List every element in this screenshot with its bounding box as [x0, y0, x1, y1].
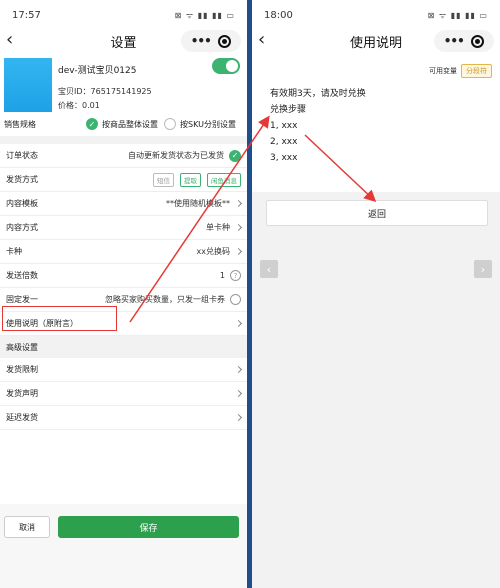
content-template-row[interactable]: 内容模板 **使用随机模板** — [0, 192, 247, 216]
fixed-one-label: 固定发一 — [6, 295, 38, 304]
ship-tag-xianyu[interactable]: 闲鱼消息 — [207, 172, 241, 187]
ship-limit-label: 发货限制 — [6, 365, 38, 374]
chevron-right-icon — [234, 199, 243, 208]
page-title: 使用说明 — [349, 35, 402, 51]
more-icon[interactable]: ••• — [191, 34, 212, 48]
ship-method-label: 发货方式 — [6, 175, 38, 184]
available-variables-link[interactable]: 可用变量 — [429, 66, 457, 76]
content-method-value: 单卡种 — [206, 223, 230, 232]
check-icon[interactable]: ✓ — [229, 149, 241, 162]
return-button[interactable]: 返回 — [266, 200, 488, 226]
chevron-right-icon — [234, 389, 243, 398]
mini-program-capsule: ••• — [434, 30, 494, 52]
mini-program-capsule: ••• — [181, 30, 241, 52]
product-thumbnail — [4, 58, 52, 112]
ship-multiple-row[interactable]: 发送倍数 1? — [0, 264, 247, 288]
spec-option-sku[interactable]: 按SKU分别设置 — [164, 118, 236, 130]
product-card: dev-测试宝贝0125 宝贝ID：765175141925 价格：0.01 — [4, 58, 242, 112]
content-method-row[interactable]: 内容方式 单卡种 — [0, 216, 247, 240]
save-button[interactable]: 保存 — [58, 516, 239, 538]
nav-bar: ‹ 设置 ••• — [0, 30, 247, 52]
settings-screen: 17:57 ⊠ ᯤ ▮▮ ▮▮ ▭ ‹ 设置 ••• dev-测试宝贝0125 … — [0, 0, 247, 588]
section-gap — [0, 136, 247, 144]
status-bar: 17:57 ⊠ ᯤ ▮▮ ▮▮ ▭ — [0, 0, 247, 30]
ship-limit-row[interactable]: 发货限制 — [0, 358, 247, 382]
spec-option-whole-label: 按商品整体设置 — [102, 119, 158, 129]
status-bar: 18:00 ⊠ ᯤ ▮▮ ▮▮ ▭ — [252, 0, 500, 30]
spec-option-whole[interactable]: ✓ 按商品整体设置 — [86, 118, 158, 130]
next-page-button[interactable]: › — [474, 260, 492, 278]
usage-line: 2, xxx — [270, 137, 298, 147]
product-name: dev-测试宝贝0125 — [58, 66, 137, 76]
product-enable-toggle[interactable] — [212, 58, 240, 74]
variable-badges: 可用变量 分段符 — [429, 64, 492, 78]
product-price: 价格：0.01 — [58, 101, 100, 110]
status-time: 18:00 — [264, 9, 293, 21]
close-target-icon[interactable] — [218, 34, 232, 48]
content-template-label: 内容模板 — [6, 199, 38, 208]
sales-spec-label: 销售规格 — [4, 119, 36, 129]
chevron-right-icon — [234, 247, 243, 256]
usage-line: 有效期3天，请及时兑换 — [270, 89, 366, 99]
ship-tag-extract[interactable]: 提取 — [180, 172, 201, 187]
radio-empty-icon — [164, 118, 176, 130]
status-icons: ⊠ ᯤ ▮▮ ▮▮ ▭ — [174, 10, 235, 20]
chevron-right-icon — [234, 365, 243, 374]
back-icon[interactable]: ‹ — [6, 30, 13, 50]
chevron-right-icon — [234, 413, 243, 422]
more-icon[interactable]: ••• — [444, 34, 465, 48]
annotation-highlight-box — [2, 306, 117, 331]
help-icon[interactable]: ? — [230, 270, 241, 281]
ship-statement-label: 发货声明 — [6, 389, 38, 398]
bottom-gray-area — [252, 192, 500, 588]
ship-multiple-value: 1 — [219, 271, 225, 280]
advanced-settings-title: 高级设置 — [0, 336, 247, 358]
radio-checked-icon: ✓ — [86, 118, 98, 130]
prev-page-button[interactable]: ‹ — [260, 260, 278, 278]
status-icons: ⊠ ᯤ ▮▮ ▮▮ ▭ — [427, 10, 488, 20]
usage-text-area[interactable]: 有效期3天，请及时兑换 兑换步骤 1, xxx 2, xxx 3, xxx — [270, 86, 366, 166]
order-status-row[interactable]: 订单状态 自动更新发货状态为已发货 ✓ — [0, 144, 247, 168]
segment-separator-button[interactable]: 分段符 — [461, 64, 492, 78]
order-status-value: 自动更新发货状态为已发货 — [128, 151, 224, 160]
card-type-row[interactable]: 卡种 xx兑换码 — [0, 240, 247, 264]
content-method-label: 内容方式 — [6, 223, 38, 232]
fixed-one-value: 忽略买家购买数量，只发一组卡券 — [105, 295, 225, 304]
radio-empty-icon[interactable] — [230, 294, 241, 305]
product-id: 宝贝ID：765175141925 — [58, 87, 152, 96]
page-title: 设置 — [110, 35, 137, 51]
screenshot-stage: 17:57 ⊠ ᯤ ▮▮ ▮▮ ▭ ‹ 设置 ••• dev-测试宝贝0125 … — [0, 0, 500, 588]
delay-ship-label: 延迟发货 — [6, 413, 38, 422]
chevron-right-icon — [234, 319, 243, 328]
card-type-label: 卡种 — [6, 247, 22, 256]
close-target-icon[interactable] — [471, 34, 485, 48]
ship-statement-row[interactable]: 发货声明 — [0, 382, 247, 406]
advanced-settings: 高级设置 发货限制 发货声明 延迟发货 — [0, 336, 247, 430]
sales-spec-row: 销售规格 ✓ 按商品整体设置 按SKU分别设置 — [4, 114, 242, 134]
spec-option-sku-label: 按SKU分别设置 — [180, 119, 236, 129]
usage-line: 3, xxx — [270, 153, 298, 163]
usage-line: 1, xxx — [270, 121, 298, 131]
order-status-label: 订单状态 — [6, 151, 38, 160]
ship-multiple-label: 发送倍数 — [6, 271, 38, 280]
nav-bar: ‹ 使用说明 ••• — [252, 30, 500, 52]
ship-method-row: 发货方式 短信 提取 闲鱼消息 — [0, 168, 247, 192]
ship-tag-sms[interactable]: 短信 — [153, 172, 174, 187]
content-template-value: **使用随机模板** — [166, 199, 230, 208]
cancel-button[interactable]: 取消 — [4, 516, 50, 538]
delay-ship-row[interactable]: 延迟发货 — [0, 406, 247, 430]
card-type-value: xx兑换码 — [196, 247, 230, 256]
chevron-right-icon — [234, 223, 243, 232]
status-time: 17:57 — [12, 9, 41, 21]
usage-line: 兑换步骤 — [270, 105, 307, 115]
back-icon[interactable]: ‹ — [258, 30, 265, 50]
usage-instructions-screen: 18:00 ⊠ ᯤ ▮▮ ▮▮ ▭ ‹ 使用说明 ••• 可用变量 分段符 有效… — [252, 0, 500, 588]
